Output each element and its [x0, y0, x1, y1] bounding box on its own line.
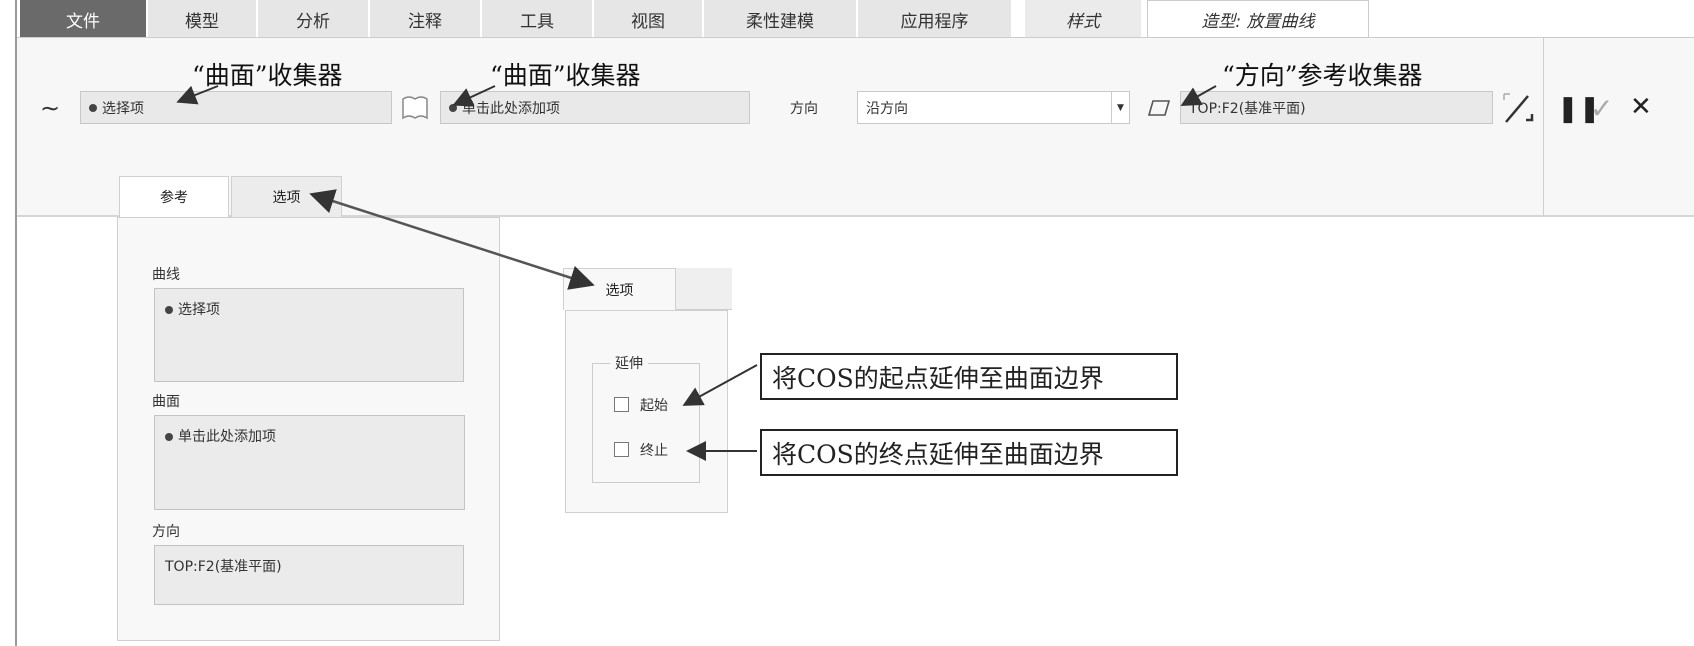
surface-icon	[402, 96, 428, 120]
surface-list[interactable]: 单击此处添加项	[154, 415, 465, 510]
ribbon-tab-bar: 文件 模型 分析 注释 工具 视图 柔性建模 应用程序 样式 造型: 放置曲线	[17, 0, 1694, 38]
tab-view[interactable]: 视图	[594, 0, 704, 38]
ribbon-divider	[1543, 38, 1544, 216]
check-icon[interactable]: ✓	[1590, 92, 1613, 125]
end-checkbox[interactable]	[614, 442, 629, 457]
start-checkbox[interactable]	[614, 397, 629, 412]
options-popup-tab[interactable]: 选项	[563, 268, 676, 310]
direction-panel-label: 方向	[152, 524, 180, 540]
extend-group	[592, 363, 700, 483]
tab-style[interactable]: 样式	[1025, 0, 1143, 38]
direction-label: 方向	[790, 101, 818, 117]
tab-tools[interactable]: 工具	[482, 0, 594, 38]
curve-collector-text: 选择项	[102, 100, 144, 117]
extend-group-label: 延伸	[610, 353, 648, 373]
chevron-down-icon[interactable]: ▼	[1111, 92, 1129, 123]
tab-options[interactable]: 选项	[231, 176, 342, 217]
bullet-icon	[165, 306, 173, 314]
direction-reference-text: TOP:F2(基准平面)	[1189, 100, 1306, 117]
tab-applications[interactable]: 应用程序	[858, 0, 1013, 38]
curve-icon: ∼	[40, 94, 61, 122]
tab-place-curve[interactable]: 造型: 放置曲线	[1147, 0, 1369, 38]
callout-end: 将COS的终点延伸至曲面边界	[760, 429, 1178, 476]
surface-label: 曲面	[152, 394, 180, 410]
annotation-direction-collector: “方向”参考收集器	[1222, 61, 1423, 90]
surface-collector-text: 单击此处添加项	[462, 100, 560, 117]
callout-start: 将COS的起点延伸至曲面边界	[760, 353, 1178, 400]
direction-list-item: TOP:F2(基准平面)	[165, 559, 282, 575]
annotation-curve-collector: “曲面”收集器	[192, 61, 343, 90]
surface-list-item: 单击此处添加项	[178, 429, 276, 445]
curve-list[interactable]: 选择项	[154, 288, 464, 382]
tab-model[interactable]: 模型	[148, 0, 258, 38]
bullet-icon	[165, 433, 173, 441]
curve-label: 曲线	[152, 267, 180, 283]
direction-list[interactable]: TOP:F2(基准平面)	[154, 545, 464, 605]
bullet-icon	[89, 103, 97, 112]
tab-references[interactable]: 参考	[119, 176, 229, 217]
curve-list-item: 选择项	[178, 302, 220, 318]
direction-select-value: 沿方向	[866, 100, 908, 117]
tab-annotate[interactable]: 注释	[370, 0, 482, 38]
direction-reference-collector[interactable]: TOP:F2(基准平面)	[1180, 91, 1493, 124]
start-label: 起始	[640, 398, 668, 414]
plane-icon	[1147, 100, 1171, 116]
tab-analysis[interactable]: 分析	[258, 0, 370, 38]
close-icon[interactable]: ✕	[1630, 92, 1652, 122]
surface-collector[interactable]: 单击此处添加项	[440, 91, 750, 124]
tab-flexible-modeling[interactable]: 柔性建模	[704, 0, 858, 38]
options-tab-strip	[676, 268, 732, 310]
annotation-surface-collector: “曲面”收集器	[490, 61, 641, 90]
end-label: 终止	[640, 443, 668, 459]
curve-collector[interactable]: 选择项	[80, 91, 392, 124]
bullet-icon	[449, 103, 457, 112]
tab-file[interactable]: 文件	[20, 0, 148, 38]
flip-direction-icon[interactable]	[1500, 90, 1534, 126]
direction-select[interactable]: 沿方向 ▼	[857, 91, 1130, 124]
